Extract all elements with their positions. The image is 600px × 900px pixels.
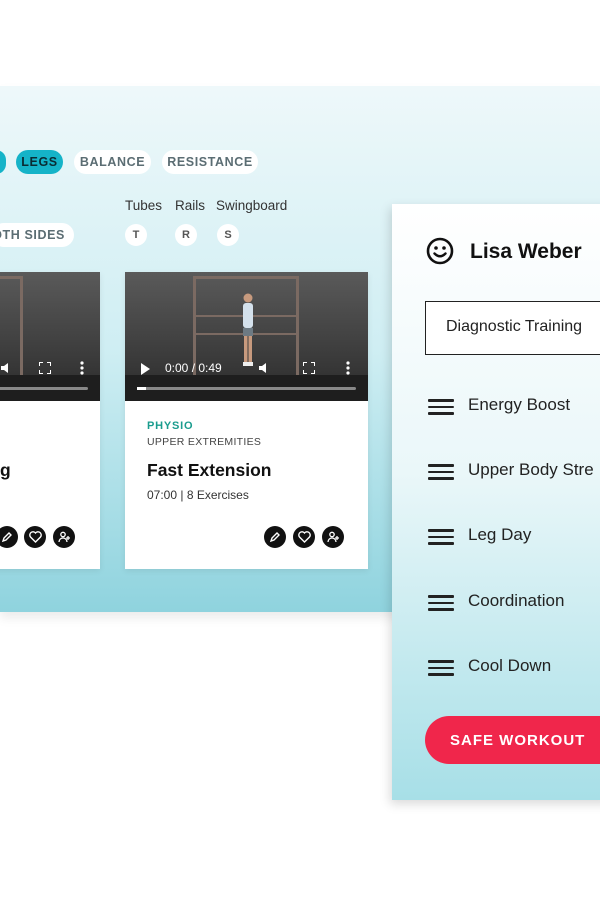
video-player[interactable]	[0, 272, 100, 401]
more-options-icon[interactable]	[346, 361, 350, 375]
workout-item-label: Energy Boost	[468, 395, 571, 414]
card-title: Fast Extension	[147, 460, 272, 480]
favorite-add-icon[interactable]	[293, 526, 315, 548]
workout-item[interactable]: Energy Boost	[428, 390, 600, 420]
fullscreen-icon[interactable]	[39, 362, 51, 374]
card-subcategory: UPPER EXTREMITIES	[147, 436, 262, 448]
video-player[interactable]: 0:00 / 0:49	[125, 272, 368, 401]
program-select[interactable]: Diagnostic Training	[425, 301, 600, 355]
filter-chip-balance[interactable]: BALANCE	[74, 150, 151, 174]
workout-item[interactable]: Cool Down	[428, 651, 600, 681]
workout-builder-panel: Lisa Weber Diagnostic Training Energy Bo…	[392, 204, 600, 800]
fullscreen-icon[interactable]	[303, 362, 315, 374]
video-progress-bar[interactable]	[0, 387, 88, 390]
video-time: 0:00 / 0:49	[165, 361, 222, 375]
drag-handle-icon[interactable]	[428, 660, 454, 676]
drag-handle-icon[interactable]	[428, 464, 454, 480]
equipment-toggle-tubes[interactable]: T	[125, 224, 147, 246]
exercise-card[interactable]: g	[0, 272, 100, 569]
save-workout-button[interactable]: SAFE WORKOUT	[425, 716, 600, 764]
assign-patient-icon[interactable]	[322, 526, 344, 548]
video-progress-bar[interactable]	[137, 387, 356, 390]
workout-item[interactable]: Leg Day	[428, 520, 600, 550]
favorite-add-icon[interactable]	[24, 526, 46, 548]
video-controls: 0:00 / 0:49	[125, 357, 368, 401]
edit-icon[interactable]	[0, 526, 18, 548]
drag-handle-icon[interactable]	[428, 529, 454, 545]
exercise-card-fast-extension[interactable]: 0:00 / 0:49 PHYSIO UPPER EXTREMITIES Fas…	[125, 272, 368, 569]
assign-patient-icon[interactable]	[53, 526, 75, 548]
card-category: PHYSIO	[147, 420, 194, 432]
filter-chip-partial[interactable]	[0, 150, 6, 174]
user-smiley-icon	[426, 237, 454, 265]
equipment-label-tubes: Tubes	[125, 198, 163, 213]
edit-icon[interactable]	[264, 526, 286, 548]
play-icon[interactable]	[141, 363, 150, 375]
equipment-label-rails: Rails	[175, 198, 206, 213]
volume-icon[interactable]	[259, 362, 273, 374]
equipment-label-swingboard: Swingboard	[216, 198, 288, 213]
user-name: Lisa Weber	[470, 240, 582, 263]
workout-item[interactable]: Upper Body Stre	[428, 455, 600, 485]
drag-handle-icon[interactable]	[428, 399, 454, 415]
video-controls	[0, 357, 100, 401]
workout-item[interactable]: Coordination	[428, 586, 600, 616]
drag-handle-icon[interactable]	[428, 595, 454, 611]
equipment-toggle-rails[interactable]: R	[175, 224, 197, 246]
filter-chip-resistance[interactable]: RESISTANCE	[162, 150, 258, 174]
workout-item-label: Upper Body Stre	[468, 460, 594, 479]
filter-chip-legs[interactable]: LEGS	[16, 150, 63, 174]
equipment-toggle-swingboard[interactable]: S	[217, 224, 239, 246]
card-title: g	[0, 460, 11, 480]
workout-item-label: Leg Day	[468, 525, 532, 544]
more-options-icon[interactable]	[80, 361, 84, 375]
card-meta: 07:00 | 8 Exercises	[147, 488, 249, 502]
workout-item-label: Cool Down	[468, 656, 552, 675]
filter-chip-both-sides[interactable]: OTH SIDES	[0, 223, 74, 247]
workout-item-label: Coordination	[468, 591, 565, 610]
volume-icon[interactable]	[1, 362, 15, 374]
